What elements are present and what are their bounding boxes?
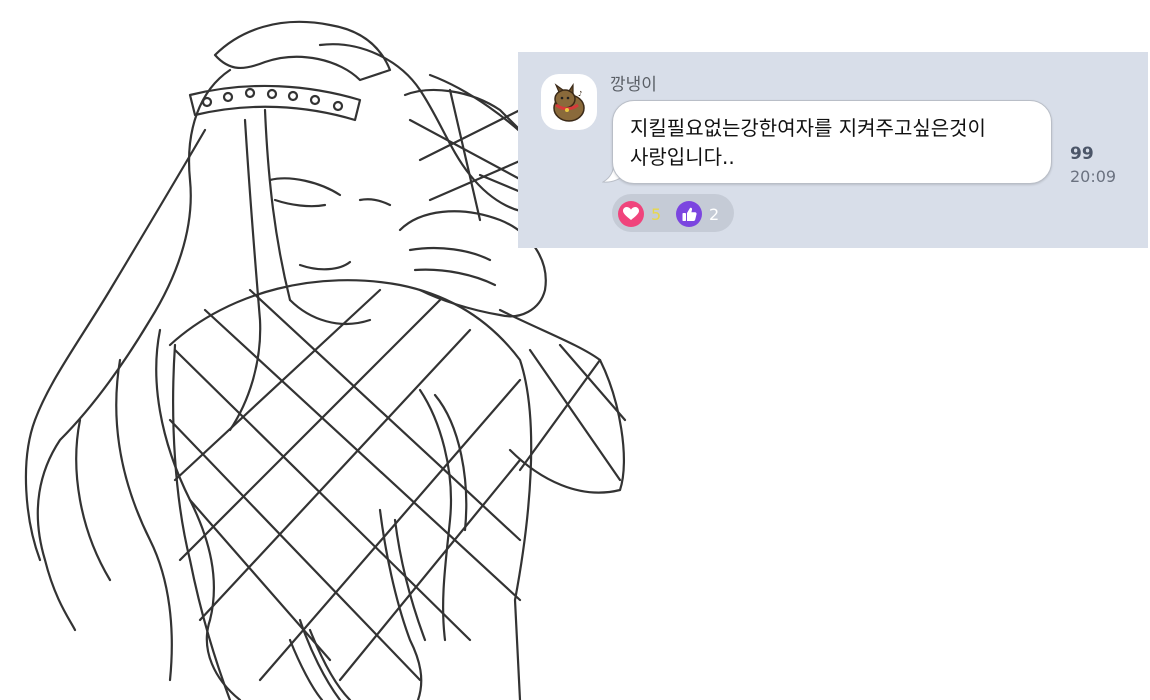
heart-count: 5 <box>651 204 662 224</box>
reaction-bar[interactable]: 5 2 <box>612 194 734 232</box>
unread-count: 99 <box>1070 144 1094 164</box>
like-count: 2 <box>709 204 720 224</box>
heart-icon <box>618 201 644 227</box>
sender-name: 깡냉이 <box>610 75 657 95</box>
chat-message-panel: ♪ 깡냉이 지킬필요없는강한여자를 지켜주고싶은것이 사랑입니다.. 99 20… <box>518 52 1148 248</box>
message-time: 20:09 <box>1070 167 1117 186</box>
reaction-like[interactable]: 2 <box>676 201 719 227</box>
puppy-sticker-icon: ♪ <box>553 83 585 122</box>
thumbs-up-icon <box>676 201 702 227</box>
message-bubble[interactable]: 지킬필요없는강한여자를 지켜주고싶은것이 사랑입니다.. <box>612 100 1052 184</box>
message-text-line-2: 사랑입니다.. <box>630 145 735 169</box>
reaction-heart[interactable]: 5 <box>618 201 661 227</box>
message-text-line-1: 지킬필요없는강한여자를 지켜주고싶은것이 <box>630 116 986 140</box>
svg-text:♪: ♪ <box>578 90 582 98</box>
avatar[interactable]: ♪ <box>541 74 597 130</box>
